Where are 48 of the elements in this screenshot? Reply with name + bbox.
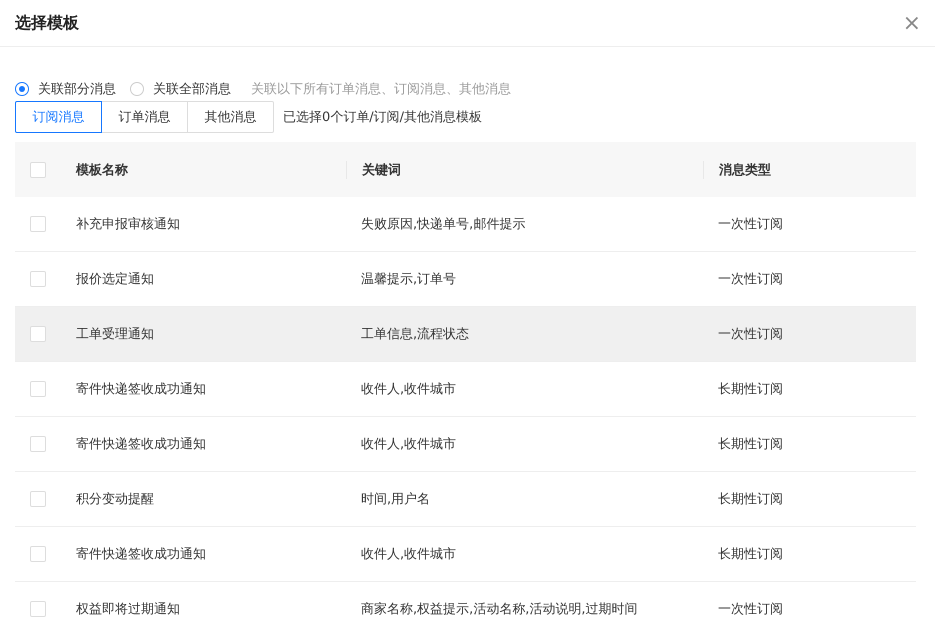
table-cell: 时间,用户名 [361,492,430,507]
table-cell: 工单受理通知 [76,327,154,342]
radio-option[interactable]: 关联部分消息 [15,80,116,98]
column-header: 模板名称 [76,162,128,178]
table-cell: 报价选定通知 [76,272,154,287]
table-cell: 寄件快递签收成功通知 [76,382,206,397]
row-checkbox[interactable] [30,381,46,397]
radio-icon[interactable] [130,82,144,96]
row-checkbox[interactable] [30,326,46,342]
row-checkbox[interactable] [30,546,46,562]
table-cell: 长期性订阅 [718,382,783,397]
table-cell: 收件人,收件城市 [361,382,456,397]
table-cell: 一次性订阅 [718,602,783,617]
table-cell: 温馨提示,订单号 [361,272,456,287]
radio-option[interactable]: 关联全部消息 [130,80,231,98]
table-cell: 补充申报审核通知 [76,217,180,232]
dialog-title: 选择模板 [15,12,79,34]
table-cell: 积分变动提醒 [76,492,154,507]
select-all-checkbox[interactable] [30,162,46,178]
table-cell: 一次性订阅 [718,272,783,287]
table-cell: 一次性订阅 [718,327,783,342]
table-cell: 商家名称,权益提示,活动名称,活动说明,过期时间 [361,602,638,617]
row-checkbox[interactable] [30,271,46,287]
tab[interactable]: 订单消息 [101,101,188,133]
row-checkbox[interactable] [30,491,46,507]
table-cell: 长期性订阅 [718,437,783,452]
column-header: 关键词 [362,162,401,178]
table-row[interactable]: 工单受理通知 工单信息,流程状态 一次性订阅 [15,307,916,362]
tab[interactable]: 其他消息 [187,101,274,133]
row-checkbox[interactable] [30,601,46,617]
table-cell: 失败原因,快递单号,邮件提示 [361,217,526,232]
table-cell: 长期性订阅 [718,492,783,507]
table-cell: 寄件快递签收成功通知 [76,547,206,562]
scope-hint: 关联以下所有订单消息、订阅消息、其他消息 [251,81,511,98]
table-cell: 工单信息,流程状态 [361,327,470,342]
table-cell: 长期性订阅 [718,547,783,562]
table-cell: 权益即将过期通知 [76,602,180,617]
table-cell: 寄件快递签收成功通知 [76,437,206,452]
table-cell: 收件人,收件城市 [361,437,456,452]
tab[interactable]: 订阅消息 [15,101,102,133]
column-header: 消息类型 [719,162,771,178]
row-checkbox[interactable] [30,216,46,232]
radio-icon[interactable] [15,82,29,96]
table-cell: 收件人,收件城市 [361,547,456,562]
selection-summary: 已选择0个订单/订阅/其他消息模板 [283,109,482,126]
row-checkbox[interactable] [30,436,46,452]
close-button[interactable]: × [898,10,925,36]
table-cell: 一次性订阅 [718,217,783,232]
